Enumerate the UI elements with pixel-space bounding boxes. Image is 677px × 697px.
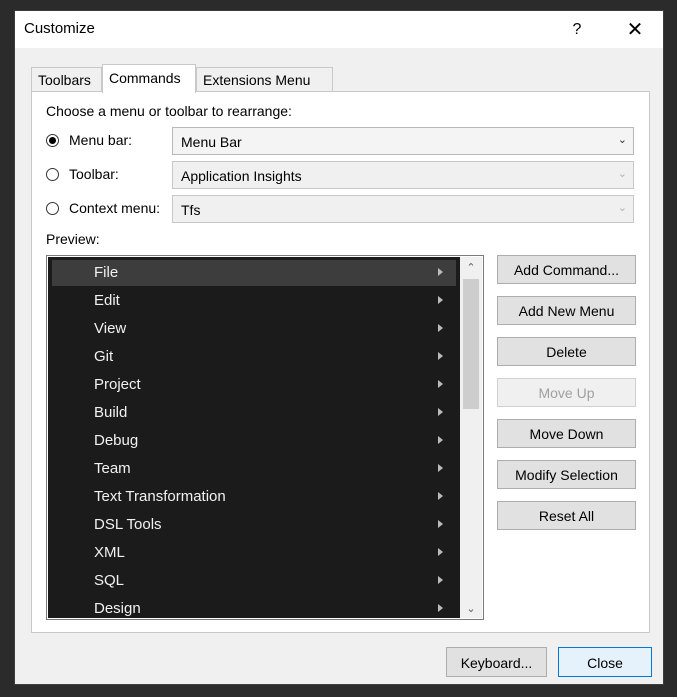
move-down-button[interactable]: Move Down — [497, 419, 636, 448]
preview-scrollbar[interactable]: ⌃ ⌄ — [460, 257, 482, 618]
tab-commands[interactable]: Commands — [102, 64, 196, 93]
menu-item-text-transformation[interactable]: Text Transformation — [52, 484, 456, 510]
menu-item-dsl-tools[interactable]: DSL Tools — [52, 512, 456, 538]
submenu-arrow-icon — [438, 436, 443, 444]
menu-item-label: Build — [94, 404, 128, 421]
submenu-arrow-icon — [438, 576, 443, 584]
submenu-arrow-icon — [438, 296, 443, 304]
toolbar-select-value: Application Insights — [181, 168, 302, 184]
chevron-down-icon: ⌄ — [617, 202, 627, 214]
move-up-button[interactable]: Move Up — [497, 378, 636, 407]
menu-item-label: Text Transformation — [94, 488, 226, 505]
menu-bar-label: Menu bar: — [69, 132, 133, 148]
menu-item-xml[interactable]: XML — [52, 540, 456, 566]
context-menu-select[interactable]: Tfs ⌄ — [172, 195, 634, 223]
submenu-arrow-icon — [438, 352, 443, 360]
menu-item-project[interactable]: Project — [52, 372, 456, 398]
help-button[interactable]: ? — [557, 13, 597, 46]
menu-item-label: Project — [94, 376, 141, 393]
keyboard-button[interactable]: Keyboard... — [446, 647, 547, 677]
modify-selection-button[interactable]: Modify Selection — [497, 460, 636, 489]
commands-panel: Choose a menu or toolbar to rearrange: M… — [31, 91, 650, 633]
chevron-down-icon: ⌄ — [617, 168, 627, 180]
delete-button[interactable]: Delete — [497, 337, 636, 366]
background-edge — [0, 598, 14, 638]
tab-extensions-menu[interactable]: Extensions Menu — [196, 67, 333, 91]
menu-bar-option[interactable]: Menu bar: — [46, 127, 132, 153]
menu-item-git[interactable]: Git — [52, 344, 456, 370]
title-bar: Customize ? ✕ — [15, 11, 663, 48]
choose-label: Choose a menu or toolbar to rearrange: — [46, 103, 292, 119]
submenu-arrow-icon — [438, 408, 443, 416]
submenu-arrow-icon — [438, 548, 443, 556]
context-menu-option[interactable]: Context menu: — [46, 195, 160, 221]
close-button[interactable]: Close — [558, 647, 652, 677]
submenu-arrow-icon — [438, 520, 443, 528]
add-new-menu-button[interactable]: Add New Menu — [497, 296, 636, 325]
menu-item-team[interactable]: Team — [52, 456, 456, 482]
menu-item-build[interactable]: Build — [52, 400, 456, 426]
reset-all-button[interactable]: Reset All — [497, 501, 636, 530]
menu-item-label: XML — [94, 544, 125, 561]
tab-toolbars[interactable]: Toolbars — [31, 67, 102, 91]
menu-bar-select-value: Menu Bar — [181, 134, 242, 150]
submenu-arrow-icon — [438, 492, 443, 500]
menu-item-label: View — [94, 320, 127, 337]
menu-item-debug[interactable]: Debug — [52, 428, 456, 454]
toolbar-radio[interactable] — [46, 167, 59, 181]
menu-preview: File Edit View Git Project Build Debug Team Text… — [48, 257, 460, 618]
menu-item-label: Team — [94, 460, 131, 477]
menu-item-label: SQL — [94, 572, 125, 589]
submenu-arrow-icon — [438, 464, 443, 472]
context-menu-label: Context menu: — [69, 200, 161, 216]
menu-bar-radio[interactable] — [46, 133, 59, 147]
menu-bar-select[interactable]: Menu Bar ⌄ — [172, 127, 634, 155]
menu-item-edit[interactable]: Edit — [52, 288, 456, 314]
menu-item-label: DSL Tools — [94, 516, 162, 533]
scrollbar-thumb[interactable] — [463, 279, 479, 409]
preview-label: Preview: — [46, 231, 100, 247]
chevron-up-icon[interactable]: ⌃ — [460, 257, 482, 277]
close-icon[interactable]: ✕ — [615, 13, 655, 46]
menu-item-design[interactable]: Design — [52, 596, 456, 618]
context-menu-select-value: Tfs — [181, 202, 201, 218]
submenu-arrow-icon — [438, 604, 443, 612]
preview-list: File Edit View Git Project Build Debug Team Text… — [46, 255, 484, 620]
toolbar-select[interactable]: Application Insights ⌄ — [172, 161, 634, 189]
menu-item-file[interactable]: File — [52, 260, 456, 286]
menu-item-label: Debug — [94, 432, 139, 449]
toolbar-label: Toolbar: — [69, 166, 119, 182]
chevron-down-icon[interactable]: ⌄ — [460, 598, 482, 618]
chevron-down-icon: ⌄ — [617, 134, 627, 146]
context-menu-radio[interactable] — [46, 201, 59, 215]
customize-dialog: Customize ? ✕ Toolbars Commands Extensio… — [14, 10, 664, 685]
menu-item-label: Design — [94, 600, 141, 617]
add-command-button[interactable]: Add Command... — [497, 255, 636, 284]
submenu-arrow-icon — [438, 380, 443, 388]
menu-item-label: File — [94, 264, 119, 281]
menu-item-view[interactable]: View — [52, 316, 456, 342]
toolbar-option[interactable]: Toolbar: — [46, 161, 119, 187]
submenu-arrow-icon — [438, 324, 443, 332]
dialog-title: Customize — [24, 20, 95, 37]
submenu-arrow-icon — [438, 268, 443, 276]
menu-item-label: Git — [94, 348, 114, 365]
menu-item-sql[interactable]: SQL — [52, 568, 456, 594]
menu-item-label: Edit — [94, 292, 120, 309]
